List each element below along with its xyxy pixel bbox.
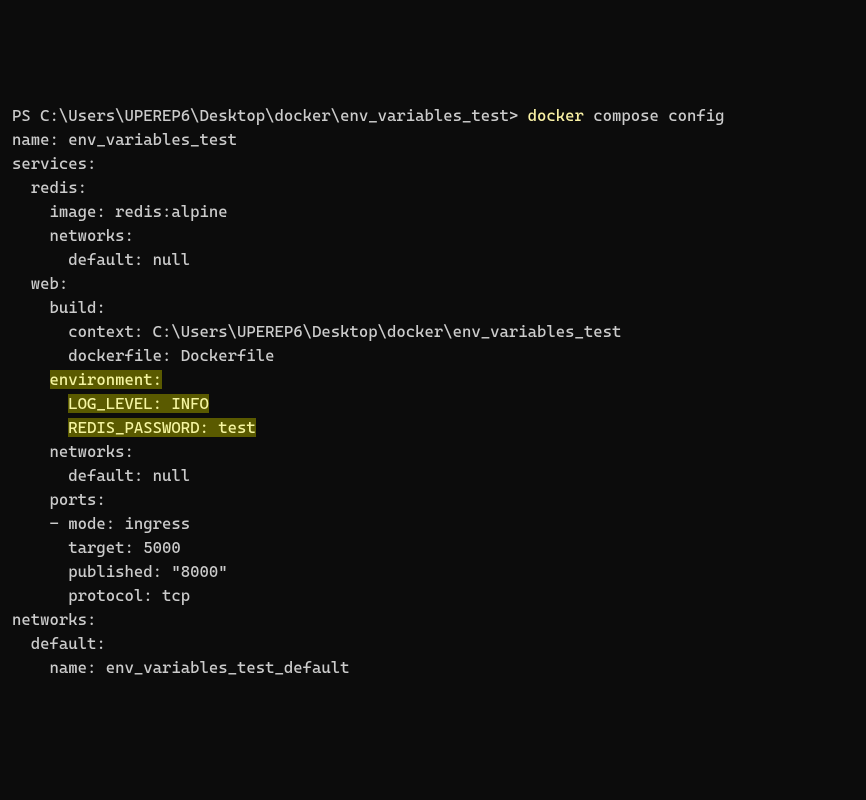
yaml-log-level: LOG_LEVEL: INFO (68, 394, 209, 413)
prompt-path: C:\Users\UPEREP6\Desktop\docker\env_vari… (40, 106, 509, 125)
yaml-web: web: (12, 274, 68, 293)
command-args: compose config (584, 106, 725, 125)
yaml-redis-networks: networks: (12, 226, 134, 245)
yaml-loglevel-line: LOG_LEVEL: INFO (12, 394, 209, 413)
yaml-services: services: (12, 154, 96, 173)
yaml-environment-line: environment: (12, 370, 162, 389)
yaml-dockerfile: dockerfile: Dockerfile (12, 346, 275, 365)
yaml-redis-default: default: null (12, 250, 190, 269)
yaml-target: target: 5000 (12, 538, 181, 557)
yaml-build: build: (12, 298, 106, 317)
yaml-web-default: default: null (12, 466, 190, 485)
indent (12, 394, 68, 413)
yaml-web-networks: networks: (12, 442, 134, 461)
yaml-redis: redis: (12, 178, 87, 197)
yaml-redis-password: REDIS_PASSWORD: test (68, 418, 256, 437)
indent (12, 370, 50, 389)
terminal-output[interactable]: PS C:\Users\UPEREP6\Desktop\docker\env_v… (12, 104, 854, 680)
yaml-ports: ports: (12, 490, 106, 509)
yaml-context: context: C:\Users\UPEREP6\Desktop\docker… (12, 322, 621, 341)
yaml-network-name: name: env_variables_test_default (12, 658, 350, 677)
prompt-separator: > (509, 106, 528, 125)
ps-prefix: PS (12, 106, 40, 125)
yaml-default-network: default: (12, 634, 106, 653)
command-executable: docker (528, 106, 584, 125)
yaml-mode: - mode: ingress (12, 514, 190, 533)
yaml-name: name: env_variables_test (12, 130, 237, 149)
yaml-environment-key: environment: (50, 370, 163, 389)
yaml-published: published: "8000" (12, 562, 228, 581)
yaml-redispass-line: REDIS_PASSWORD: test (12, 418, 256, 437)
yaml-networks-root: networks: (12, 610, 96, 629)
yaml-protocol: protocol: tcp (12, 586, 190, 605)
prompt-line: PS C:\Users\UPEREP6\Desktop\docker\env_v… (12, 106, 725, 125)
indent (12, 418, 68, 437)
yaml-redis-image: image: redis:alpine (12, 202, 228, 221)
